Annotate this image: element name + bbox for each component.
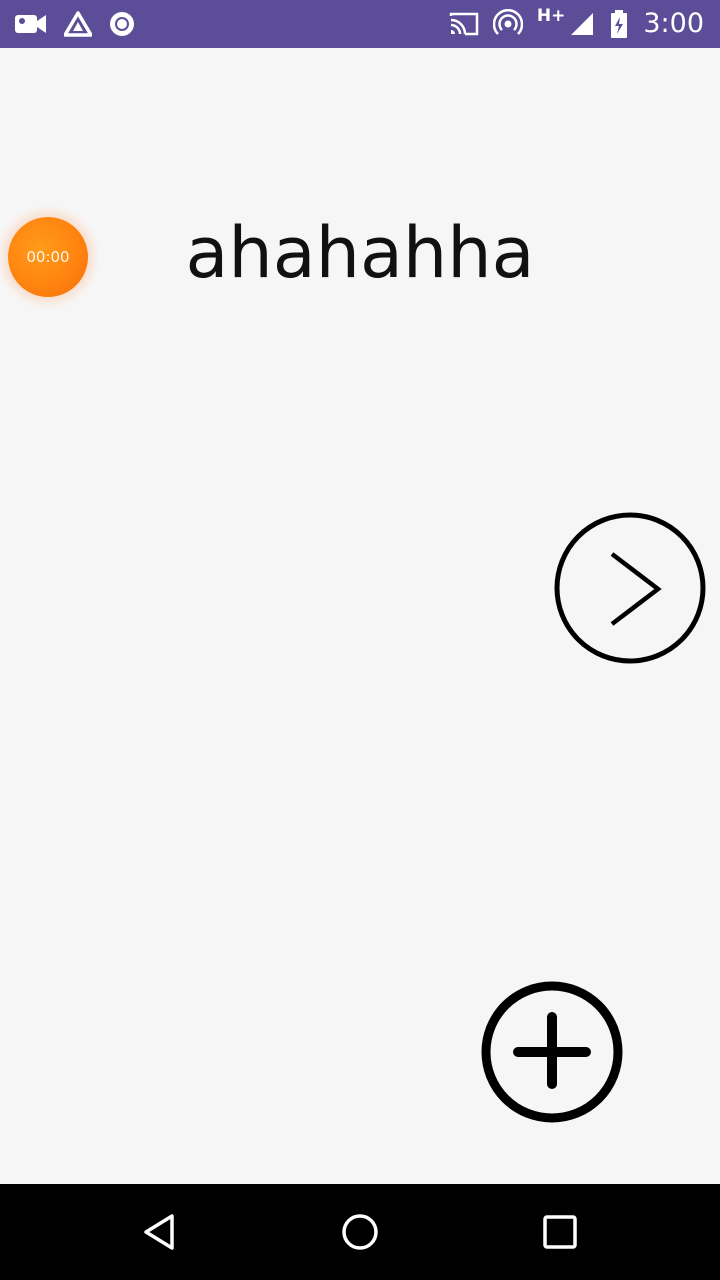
home-button[interactable] [300,1184,420,1280]
next-button[interactable] [554,512,706,664]
add-circle-icon [481,981,623,1123]
back-icon [144,1214,174,1250]
status-bar: H+ 3:00 [0,0,720,48]
status-bar-notifications [14,0,136,48]
headline-text: ahahahha [185,212,535,294]
videocam-icon [14,12,48,36]
home-icon [342,1214,378,1250]
record-circle-icon [108,10,136,38]
back-button[interactable] [100,1184,220,1280]
drive-icon [63,11,93,37]
status-bar-system: H+ 3:00 [449,0,704,48]
recents-icon [543,1215,577,1249]
signal-icon [569,11,595,37]
recents-button[interactable] [500,1184,620,1280]
app-screen: H+ 3:00 00:00 ahahahha [0,0,720,1280]
hotspot-icon [492,8,524,39]
add-button[interactable] [480,980,624,1124]
network-type-label: H+ [536,5,566,26]
cast-icon [449,12,479,36]
chevron-right-circle-icon [554,512,706,664]
navigation-bar [0,1184,720,1280]
status-bar-clock: 3:00 [643,8,704,39]
battery-charging-icon [609,9,629,39]
main-content: 00:00 ahahahha [0,48,720,1184]
